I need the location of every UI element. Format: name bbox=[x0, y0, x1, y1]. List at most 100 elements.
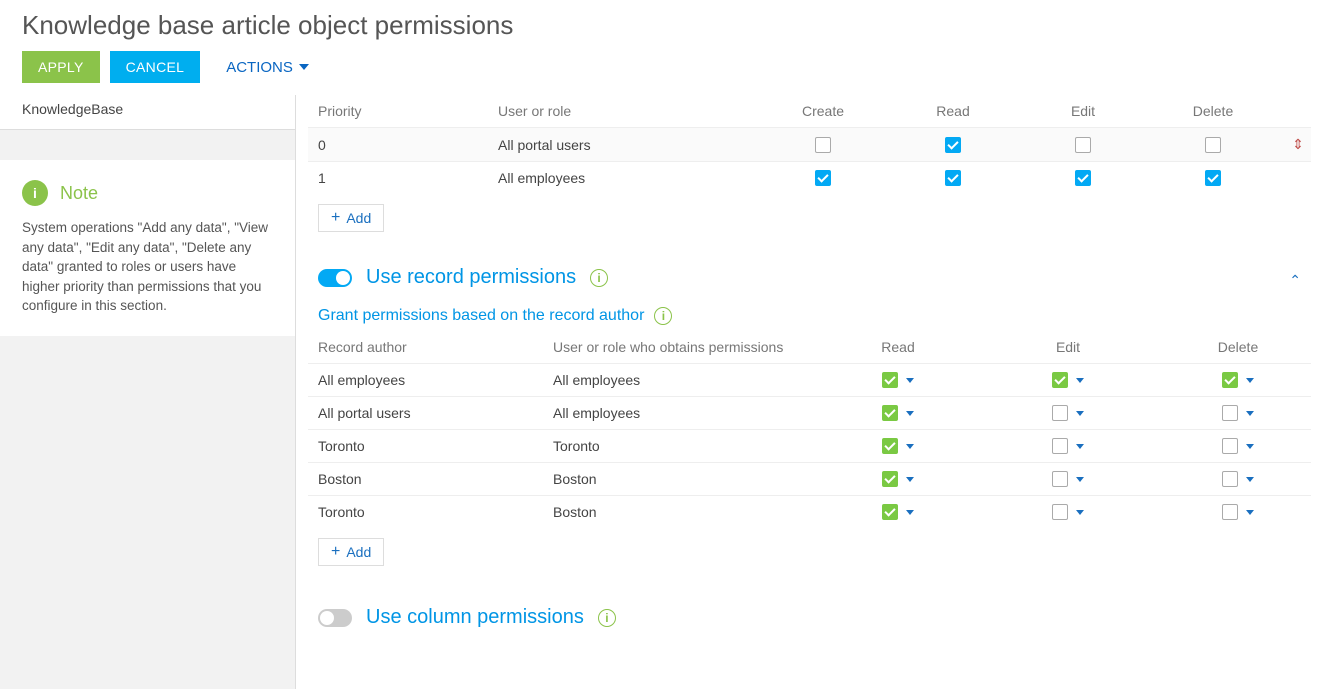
priority-cell: 0 bbox=[318, 137, 498, 153]
obtainer-cell: Boston bbox=[553, 471, 813, 487]
level-dropdown-icon[interactable] bbox=[1076, 411, 1084, 416]
permission-checkbox[interactable] bbox=[882, 504, 898, 520]
use-column-permissions-toggle[interactable] bbox=[318, 609, 352, 627]
level-dropdown-icon[interactable] bbox=[906, 477, 914, 482]
record-permission-row[interactable]: TorontoBoston bbox=[308, 495, 1311, 528]
level-dropdown-icon[interactable] bbox=[1246, 477, 1254, 482]
col-edit: Edit bbox=[1018, 103, 1148, 119]
permission-checkbox[interactable] bbox=[1052, 504, 1068, 520]
permission-checkbox[interactable] bbox=[1222, 405, 1238, 421]
info-icon[interactable]: i bbox=[654, 307, 672, 325]
note-box: i Note System operations "Add any data",… bbox=[0, 160, 295, 336]
permission-checkbox[interactable] bbox=[1075, 137, 1091, 153]
author-cell: All employees bbox=[318, 372, 553, 388]
permission-checkbox[interactable] bbox=[1222, 471, 1238, 487]
permission-checkbox[interactable] bbox=[882, 438, 898, 454]
user-cell: All employees bbox=[498, 170, 758, 186]
column-permissions-title: Use column permissions bbox=[366, 606, 584, 629]
permission-checkbox[interactable] bbox=[945, 170, 961, 186]
apply-button[interactable]: Apply bbox=[22, 51, 100, 83]
record-permission-row[interactable]: TorontoToronto bbox=[308, 429, 1311, 462]
col-user: User or role bbox=[498, 103, 758, 119]
col-delete: Delete bbox=[1153, 339, 1323, 355]
toolbar: Apply Cancel Actions bbox=[22, 51, 1323, 83]
collapse-section-icon[interactable]: ⌃ bbox=[1289, 272, 1301, 289]
record-permissions-subtitle: Grant permissions based on the record au… bbox=[318, 307, 1311, 325]
note-text: System operations "Add any data", "View … bbox=[22, 218, 273, 316]
add-label: Add bbox=[346, 544, 371, 560]
add-object-permission-button[interactable]: + Add bbox=[318, 204, 384, 232]
author-cell: Toronto bbox=[318, 504, 553, 520]
level-dropdown-icon[interactable] bbox=[1246, 510, 1254, 515]
level-dropdown-icon[interactable] bbox=[1246, 411, 1254, 416]
permission-checkbox[interactable] bbox=[1222, 438, 1238, 454]
permission-checkbox[interactable] bbox=[1052, 471, 1068, 487]
main-panel: Priority User or role Create Read Edit D… bbox=[296, 95, 1323, 689]
permission-checkbox[interactable] bbox=[882, 372, 898, 388]
page-title: Knowledge base article object permission… bbox=[22, 10, 1323, 41]
level-dropdown-icon[interactable] bbox=[906, 378, 914, 383]
add-record-permission-button[interactable]: + Add bbox=[318, 538, 384, 566]
author-cell: Toronto bbox=[318, 438, 553, 454]
actions-menu[interactable]: Actions bbox=[226, 59, 309, 76]
info-icon: i bbox=[22, 180, 48, 206]
cancel-button[interactable]: Cancel bbox=[110, 51, 201, 83]
permission-checkbox[interactable] bbox=[1222, 504, 1238, 520]
info-icon[interactable]: i bbox=[598, 609, 616, 627]
obtainer-cell: Boston bbox=[553, 504, 813, 520]
obtainer-cell: Toronto bbox=[553, 438, 813, 454]
obtainer-cell: All employees bbox=[553, 372, 813, 388]
permission-checkbox[interactable] bbox=[815, 170, 831, 186]
permission-checkbox[interactable] bbox=[1052, 372, 1068, 388]
column-permissions-section-head: Use column permissions i bbox=[308, 606, 1311, 629]
permission-checkbox[interactable] bbox=[945, 137, 961, 153]
drag-handle-icon[interactable]: ⇕ bbox=[1278, 136, 1318, 153]
object-permission-row[interactable]: 0All portal users⇕ bbox=[308, 127, 1311, 161]
record-permission-row[interactable]: All employeesAll employees bbox=[308, 363, 1311, 396]
note-label: Note bbox=[60, 183, 98, 204]
col-create: Create bbox=[758, 103, 888, 119]
col-gets: User or role who obtains permissions bbox=[553, 339, 813, 355]
col-delete: Delete bbox=[1148, 103, 1278, 119]
permission-checkbox[interactable] bbox=[815, 137, 831, 153]
record-permission-row[interactable]: All portal usersAll employees bbox=[308, 396, 1311, 429]
permission-checkbox[interactable] bbox=[1075, 170, 1091, 186]
object-permission-row[interactable]: 1All employees bbox=[308, 161, 1311, 194]
permission-checkbox[interactable] bbox=[1222, 372, 1238, 388]
permission-checkbox[interactable] bbox=[1052, 405, 1068, 421]
level-dropdown-icon[interactable] bbox=[1076, 444, 1084, 449]
obtainer-cell: All employees bbox=[553, 405, 813, 421]
col-priority: Priority bbox=[318, 103, 498, 119]
permission-checkbox[interactable] bbox=[1205, 170, 1221, 186]
record-permissions-section-head: Use record permissions i ⌃ bbox=[308, 266, 1311, 289]
level-dropdown-icon[interactable] bbox=[1246, 444, 1254, 449]
level-dropdown-icon[interactable] bbox=[1076, 510, 1084, 515]
col-read: Read bbox=[888, 103, 1018, 119]
level-dropdown-icon[interactable] bbox=[906, 444, 914, 449]
author-cell: All portal users bbox=[318, 405, 553, 421]
sidebar-object-name[interactable]: KnowledgeBase bbox=[0, 95, 295, 130]
col-read: Read bbox=[813, 339, 983, 355]
permission-checkbox[interactable] bbox=[882, 471, 898, 487]
level-dropdown-icon[interactable] bbox=[1076, 378, 1084, 383]
permission-checkbox[interactable] bbox=[1052, 438, 1068, 454]
col-author: Record author bbox=[318, 339, 553, 355]
record-permission-row[interactable]: BostonBoston bbox=[308, 462, 1311, 495]
permission-checkbox[interactable] bbox=[1205, 137, 1221, 153]
author-cell: Boston bbox=[318, 471, 553, 487]
use-record-permissions-toggle[interactable] bbox=[318, 269, 352, 287]
level-dropdown-icon[interactable] bbox=[1076, 477, 1084, 482]
level-dropdown-icon[interactable] bbox=[906, 411, 914, 416]
sidebar-tail bbox=[0, 336, 295, 689]
level-dropdown-icon[interactable] bbox=[906, 510, 914, 515]
sidebar-gap bbox=[0, 130, 295, 160]
sidebar: KnowledgeBase i Note System operations "… bbox=[0, 95, 296, 689]
record-permissions-title: Use record permissions bbox=[366, 266, 576, 289]
actions-menu-label: Actions bbox=[226, 59, 293, 76]
priority-cell: 1 bbox=[318, 170, 498, 186]
record-permissions-header: Record author User or role who obtains p… bbox=[308, 331, 1311, 363]
permission-checkbox[interactable] bbox=[882, 405, 898, 421]
info-icon[interactable]: i bbox=[590, 269, 608, 287]
level-dropdown-icon[interactable] bbox=[1246, 378, 1254, 383]
plus-icon: + bbox=[331, 544, 340, 560]
